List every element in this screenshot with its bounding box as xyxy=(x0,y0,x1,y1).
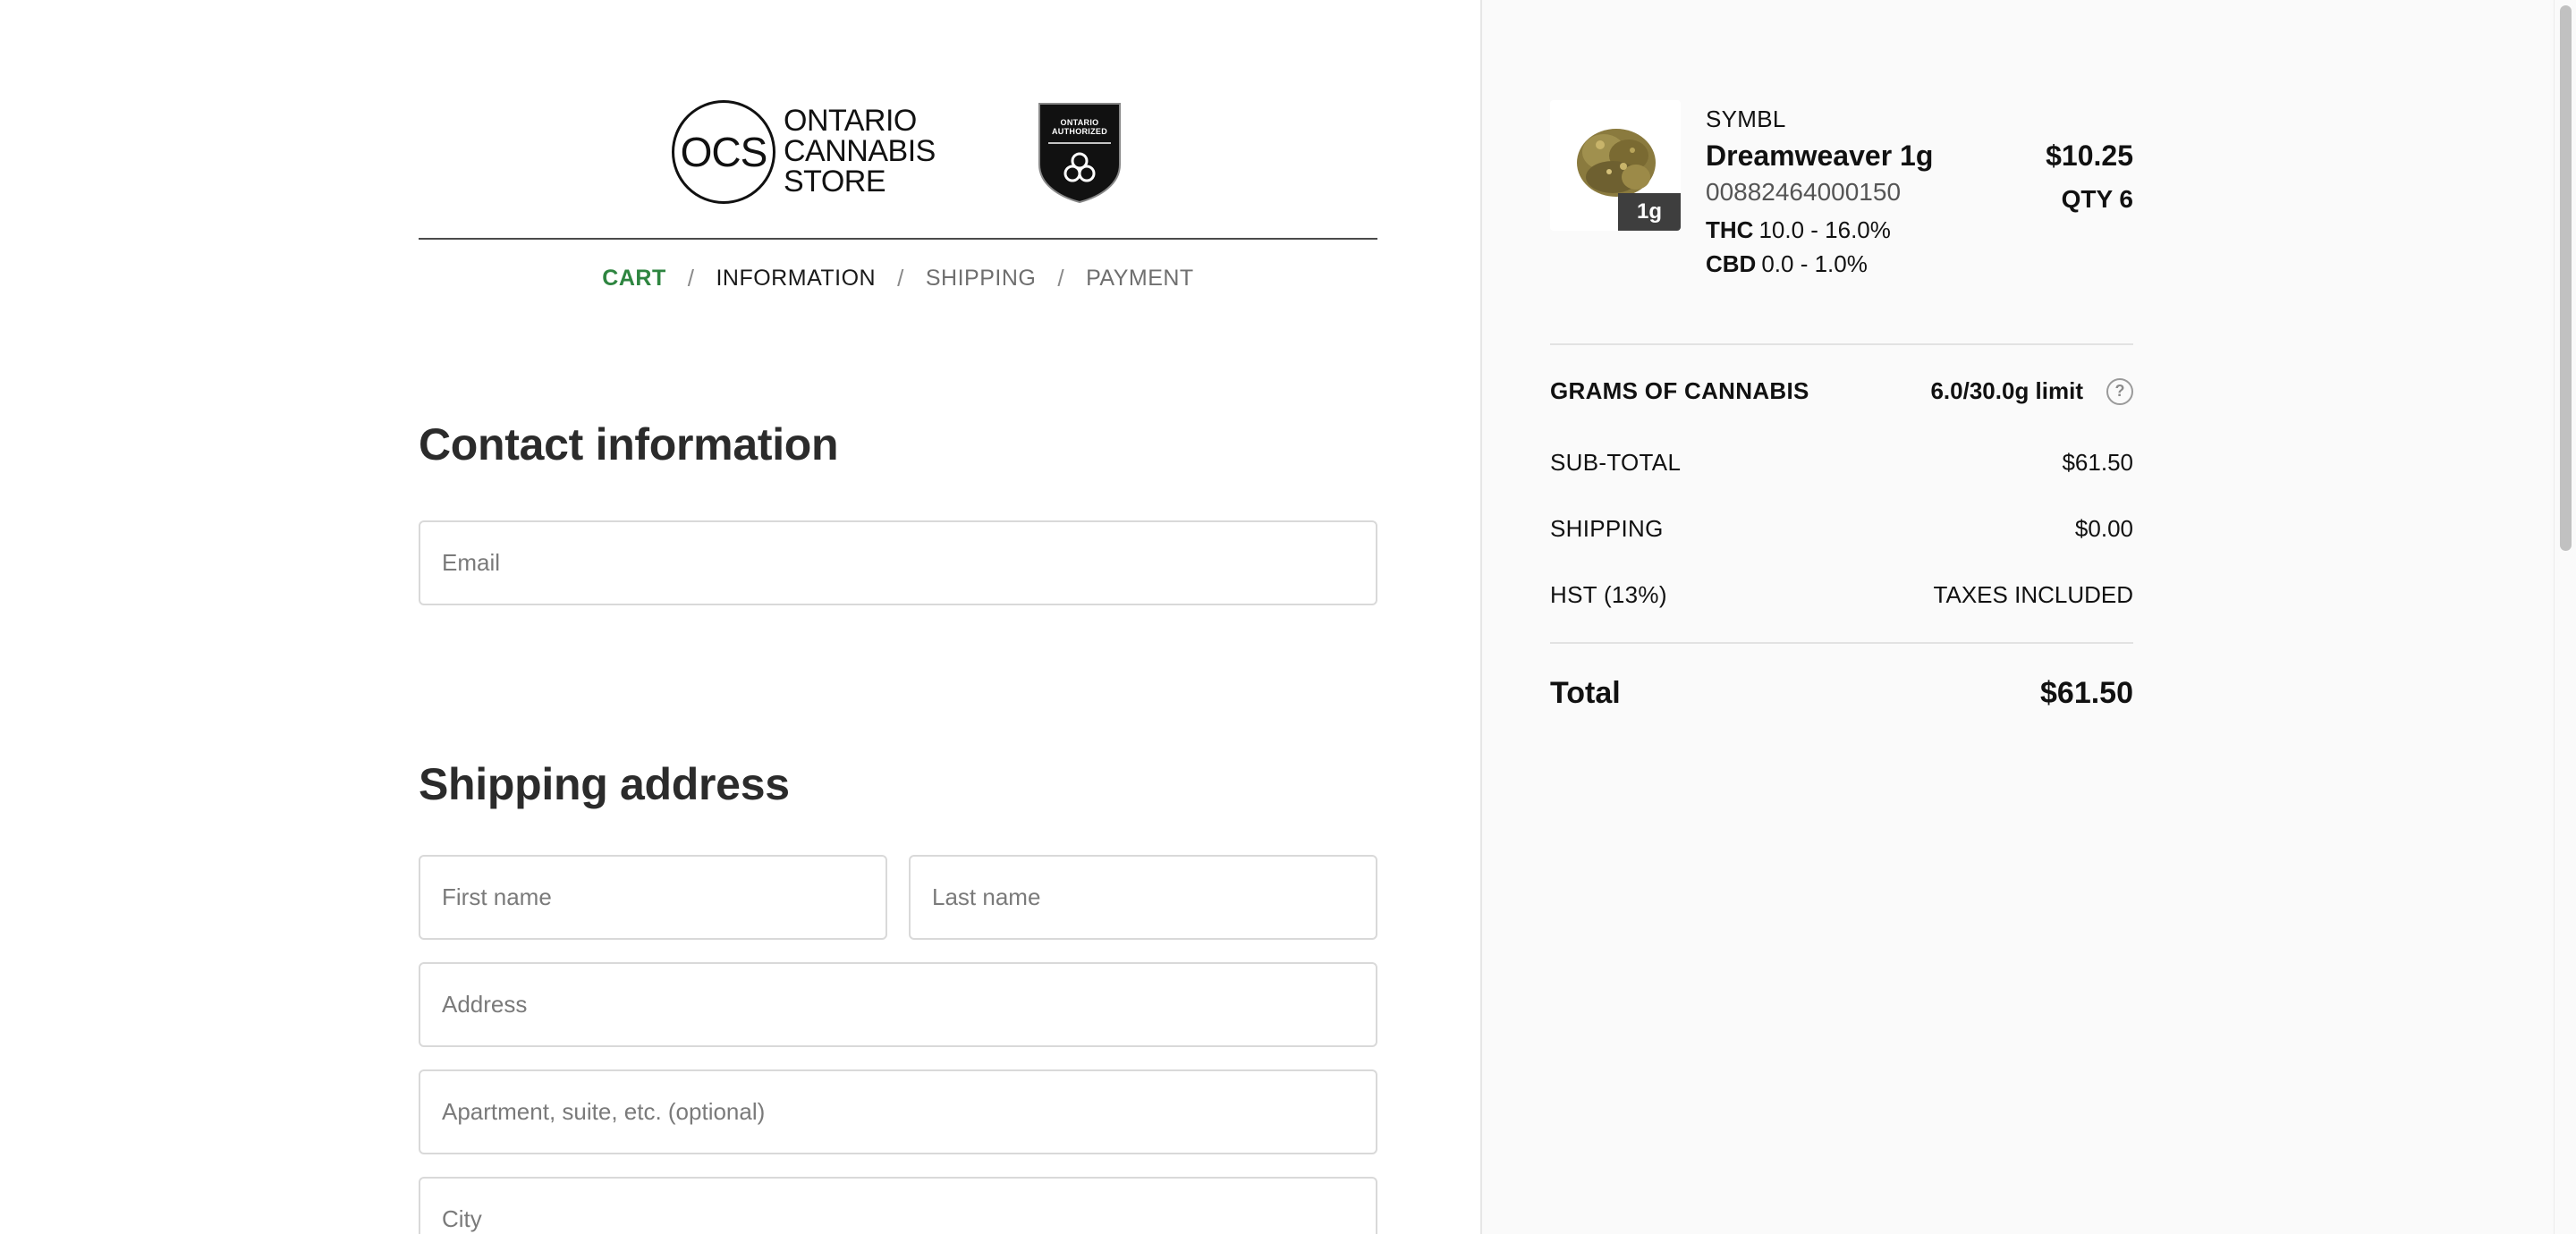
breadcrumb-separator: / xyxy=(897,265,904,292)
product-name: Dreamweaver 1g xyxy=(1706,139,1934,172)
breadcrumb-information: INFORMATION xyxy=(716,266,877,291)
product-quantity: QTY 6 xyxy=(2061,185,2133,213)
cbd-value: 0.0 - 1.0% xyxy=(1761,250,1868,277)
last-name-field[interactable] xyxy=(911,857,1376,938)
badge-text: ONTARIO AUTHORIZED xyxy=(1038,118,1122,136)
order-summary-sidebar: 1g SYMBL Dreamweaver 1g 00882464000150 T… xyxy=(1480,0,2554,1234)
shipping-value: $0.00 xyxy=(2074,515,2133,542)
ocs-logo-monogram[interactable]: OCS xyxy=(672,100,775,204)
wordmark-line-2: CANNABIS xyxy=(784,134,936,168)
scrollbar-thumb[interactable] xyxy=(2560,5,2572,551)
product-cbd: CBD 0.0 - 1.0% xyxy=(1706,250,1868,278)
breadcrumb-cart[interactable]: CART xyxy=(602,266,665,292)
summary-divider xyxy=(1550,343,2133,345)
product-thumbnail: 1g xyxy=(1550,100,1681,231)
grams-value-group: 6.0/30.0g limit ? xyxy=(1930,377,2133,405)
email-field-wrapper xyxy=(419,520,1377,605)
grams-label: GRAMS OF CANNABIS xyxy=(1550,377,1809,404)
total-label: Total xyxy=(1550,676,1621,710)
breadcrumb-separator: / xyxy=(1057,265,1065,292)
shipping-label: SHIPPING xyxy=(1550,515,1664,542)
quantity-size-badge: 1g xyxy=(1618,193,1681,231)
city-field[interactable] xyxy=(420,1179,1376,1234)
checkout-main: OCS ONTARIO CANNABIS STORE ONTARIO AUTHO… xyxy=(0,0,1480,1234)
checkout-page: OCS ONTARIO CANNABIS STORE ONTARIO AUTHO… xyxy=(0,0,2576,1234)
ontario-authorized-badge: ONTARIO AUTHORIZED xyxy=(1038,102,1122,204)
hst-value: TAXES INCLUDED xyxy=(1933,581,2133,608)
hst-label: HST (13%) xyxy=(1550,581,1667,608)
total-row: Total $61.50 xyxy=(1550,676,2133,711)
breadcrumb-payment: PAYMENT xyxy=(1086,266,1194,291)
address-field-wrapper xyxy=(419,962,1377,1047)
wordmark-line-1: ONTARIO xyxy=(784,104,917,138)
city-field-wrapper xyxy=(419,1177,1377,1234)
total-value: $61.50 xyxy=(2040,676,2133,710)
grams-value: 6.0/30.0g limit xyxy=(1930,377,2083,404)
badge-line-2: AUTHORIZED xyxy=(1052,127,1107,136)
product-brand: SYMBL xyxy=(1706,106,1786,132)
product-price: $10.25 xyxy=(2046,139,2133,172)
apartment-field[interactable] xyxy=(420,1071,1376,1153)
apartment-field-wrapper xyxy=(419,1069,1377,1154)
breadcrumb-shipping: SHIPPING xyxy=(925,266,1037,291)
shipping-address-heading: Shipping address xyxy=(419,759,790,809)
breadcrumb-separator: / xyxy=(687,265,695,292)
subtotal-row: SUB-TOTAL $61.50 xyxy=(1550,449,2133,477)
product-sku: 00882464000150 xyxy=(1706,178,1902,206)
badge-line-1: ONTARIO xyxy=(1060,118,1099,127)
first-name-field[interactable] xyxy=(420,857,886,938)
first-name-field-wrapper xyxy=(419,855,887,940)
last-name-field-wrapper xyxy=(909,855,1377,940)
hst-row: HST (13%) TAXES INCLUDED xyxy=(1550,581,2133,609)
shipping-row: SHIPPING $0.00 xyxy=(1550,515,2133,543)
page-scrollbar[interactable] xyxy=(2554,0,2576,1234)
grams-of-cannabis-row: GRAMS OF CANNABIS 6.0/30.0g limit ? xyxy=(1550,377,2133,405)
total-divider xyxy=(1550,642,2133,644)
ocs-logo-wordmark[interactable]: ONTARIO CANNABIS STORE xyxy=(784,106,953,197)
subtotal-value: $61.50 xyxy=(2062,449,2133,476)
cbd-label: CBD xyxy=(1706,250,1757,277)
email-field[interactable] xyxy=(420,522,1376,604)
header-logos: OCS ONTARIO CANNABIS STORE ONTARIO AUTHO… xyxy=(419,100,1377,206)
wordmark-line-3: STORE xyxy=(784,165,886,199)
breadcrumb: CART / INFORMATION / SHIPPING / PAYMENT xyxy=(419,265,1377,292)
header-divider xyxy=(419,238,1377,240)
address-field[interactable] xyxy=(420,964,1376,1045)
help-icon[interactable]: ? xyxy=(2106,377,2133,405)
thc-label: THC xyxy=(1706,216,1754,243)
subtotal-label: SUB-TOTAL xyxy=(1550,449,1682,476)
product-thc: THC 10.0 - 16.0% xyxy=(1706,216,1891,244)
contact-information-heading: Contact information xyxy=(419,419,839,469)
thc-value: 10.0 - 16.0% xyxy=(1758,216,1891,243)
